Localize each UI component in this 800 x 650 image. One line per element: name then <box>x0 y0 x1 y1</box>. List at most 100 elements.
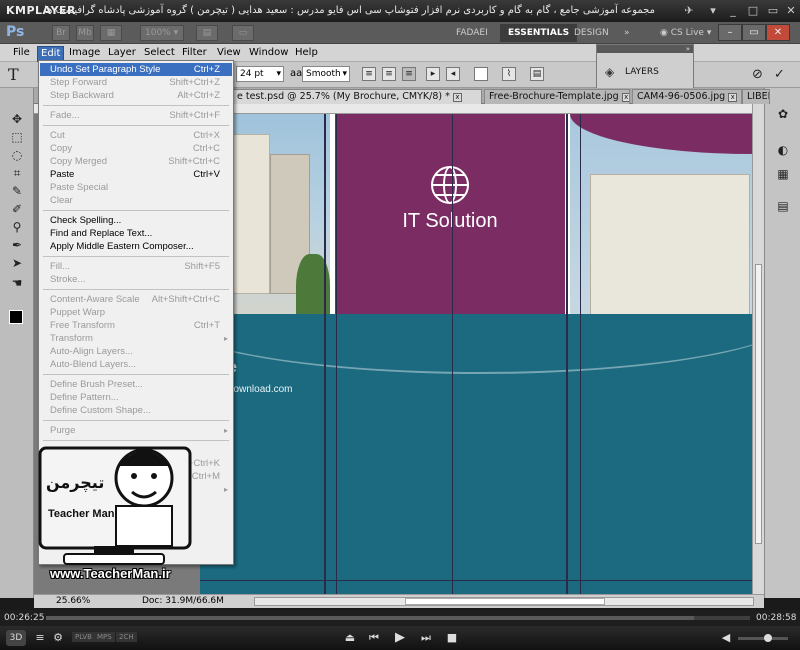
menu-view[interactable]: View <box>214 46 244 60</box>
menu-layer[interactable]: Layer <box>105 46 139 60</box>
mini-bridge-icon[interactable]: Mb <box>76 25 94 41</box>
edit-menu-item[interactable]: Step Forward Shift+Ctrl+Z <box>40 76 232 89</box>
commit-edit-icon[interactable]: ✓ <box>774 67 785 82</box>
brush-tool-icon[interactable]: ✐ <box>7 200 27 218</box>
close-icon[interactable]: x <box>728 93 738 102</box>
screen-mode-icon[interactable]: ▭ <box>232 25 254 41</box>
menu-file[interactable]: File <box>10 46 33 60</box>
zoom-level-combo[interactable]: 100% ▾ <box>140 25 184 41</box>
menu-select[interactable]: Select <box>141 46 178 60</box>
ps-restore-button[interactable]: ▭ <box>742 24 766 41</box>
align-center-icon[interactable]: ≡ <box>382 67 396 81</box>
tab-brochure-psd[interactable]: e test.psd @ 25.7% (My Brochure, CMYK/8)… <box>232 89 482 104</box>
tab-libei[interactable]: LIBEI <box>742 89 770 104</box>
edit-menu-item[interactable]: Paste Ctrl+V <box>40 168 232 181</box>
edit-menu-item[interactable]: Stroke... <box>40 273 232 286</box>
previous-icon[interactable]: ⏮ <box>366 630 382 646</box>
edit-menu-item[interactable]: Auto-Blend Layers... <box>40 358 232 371</box>
3d-mode-button[interactable]: 3D <box>6 630 26 646</box>
player-settings-icon[interactable]: ▾ <box>706 4 720 18</box>
tab-cam4[interactable]: CAM4-96-0506.jpg x <box>632 89 742 104</box>
brochure-document[interactable]: IT Solution e download.com <box>200 114 752 594</box>
hand-tool-icon[interactable]: ☚ <box>7 274 27 292</box>
rtl-text-icon[interactable]: ◂ <box>446 67 460 81</box>
ltr-text-icon[interactable]: ▸ <box>426 67 440 81</box>
edit-menu-item[interactable]: Puppet Warp <box>40 306 232 319</box>
eject-icon[interactable]: ⏏ <box>342 630 358 646</box>
vertical-scrollbar[interactable] <box>752 104 764 594</box>
foreground-color-swatch[interactable] <box>9 310 23 324</box>
volume-icon[interactable]: ◀ <box>718 630 734 646</box>
player-restore-icon[interactable]: ▭ <box>766 4 780 18</box>
align-right-icon[interactable]: ≡ <box>402 67 416 81</box>
edit-menu-item[interactable]: Copy Ctrl+C <box>40 142 232 155</box>
play-icon[interactable]: ▶ <box>392 630 408 646</box>
crop-tool-icon[interactable]: ⌗ <box>7 164 27 182</box>
edit-menu-item[interactable]: Apply Middle Eastern Composer... <box>40 240 232 253</box>
volume-knob[interactable] <box>764 634 772 642</box>
horizontal-scrollbar[interactable] <box>254 597 754 606</box>
arrange-documents-icon[interactable]: ▤ <box>196 25 218 41</box>
player-maximize-icon[interactable]: □ <box>746 4 760 18</box>
layers-panel-button[interactable]: LAYERS <box>625 67 659 77</box>
edit-menu-item[interactable]: Free Transform Ctrl+T <box>40 319 232 332</box>
ps-minimize-button[interactable]: – <box>718 24 742 41</box>
styles-panel-icon[interactable]: ▤ <box>772 196 794 216</box>
clone-stamp-tool-icon[interactable]: ⚲ <box>7 218 27 236</box>
player-close-icon[interactable]: ✕ <box>784 4 798 18</box>
edit-menu-item[interactable]: Define Brush Preset... <box>40 378 232 391</box>
workspace-design[interactable]: DESIGN <box>566 24 617 42</box>
edit-menu-item[interactable]: Fade... Shift+Ctrl+F <box>40 109 232 122</box>
path-selection-tool-icon[interactable]: ➤ <box>7 254 27 272</box>
edit-menu-item[interactable]: Content-Aware Scale Alt+Shift+Ctrl+C <box>40 293 232 306</box>
edit-menu-item[interactable]: Auto-Align Layers... <box>40 345 232 358</box>
edit-menu-item[interactable]: Fill... Shift+F5 <box>40 260 232 273</box>
workspace-fadaei[interactable]: FADAEI <box>448 24 496 42</box>
edit-menu-item[interactable]: Transform ▸ <box>40 332 232 345</box>
stop-icon[interactable]: ■ <box>444 630 460 646</box>
edit-menu-item[interactable]: Find and Replace Text... <box>40 227 232 240</box>
character-panel-icon[interactable]: ▤ <box>530 67 544 81</box>
adjustments-panel-icon[interactable]: ◐ <box>772 140 794 160</box>
edit-menu-item[interactable]: Undo Set Paragraph Style Ctrl+Z <box>40 63 232 76</box>
anti-alias-select[interactable]: Smooth ▾ <box>302 66 350 82</box>
edit-menu-item[interactable]: Clear <box>40 194 232 207</box>
marquee-tool-icon[interactable]: ⬚ <box>7 128 27 146</box>
align-left-icon[interactable]: ≡ <box>362 67 376 81</box>
player-minimize-icon[interactable]: _ <box>726 4 740 18</box>
type-tool-icon[interactable]: T <box>8 65 19 84</box>
font-size-field[interactable]: 24 pt ▾ <box>236 66 284 82</box>
edit-menu-item[interactable]: Paste Special <box>40 181 232 194</box>
text-color-swatch[interactable] <box>474 67 488 81</box>
volume-slider[interactable] <box>738 634 788 642</box>
playlist-icon[interactable]: ≡ <box>32 630 48 646</box>
edit-menu-item[interactable]: Cut Ctrl+X <box>40 129 232 142</box>
lasso-tool-icon[interactable]: ◌ <box>7 146 27 164</box>
edit-menu-item[interactable]: Copy Merged Shift+Ctrl+C <box>40 155 232 168</box>
cs-live-button[interactable]: ◉ CS Live ▾ <box>652 24 719 42</box>
edit-menu-item[interactable]: Check Spelling... <box>40 214 232 227</box>
zoom-readout[interactable]: 25.66% <box>56 596 90 606</box>
menu-help[interactable]: Help <box>292 46 321 60</box>
warp-text-icon[interactable]: ⌇ <box>502 67 516 81</box>
close-icon[interactable]: x <box>621 93 629 102</box>
pen-tool-icon[interactable]: ✒ <box>7 236 27 254</box>
menu-image[interactable]: Image <box>66 46 103 60</box>
edit-menu-item[interactable]: Define Custom Shape... <box>40 404 232 417</box>
menu-filter[interactable]: Filter <box>179 46 210 60</box>
settings-gear-icon[interactable]: ⚙ <box>50 630 66 646</box>
extras-icon[interactable]: ▦ <box>100 25 122 41</box>
eyedropper-tool-icon[interactable]: ✎ <box>7 182 27 200</box>
menu-window[interactable]: Window <box>246 46 291 60</box>
edit-menu-item[interactable]: Step Backward Alt+Ctrl+Z <box>40 89 232 102</box>
ps-close-button[interactable]: ✕ <box>766 24 790 41</box>
move-tool-icon[interactable]: ✥ <box>7 110 27 128</box>
scrollbar-thumb[interactable] <box>755 264 762 544</box>
more-workspaces-button[interactable]: » <box>616 24 638 42</box>
panel-collapse-icon[interactable]: » <box>597 45 693 53</box>
close-icon[interactable]: x <box>452 93 462 102</box>
scrollbar-thumb[interactable] <box>405 598 605 605</box>
launch-bridge-icon[interactable]: Br <box>52 25 70 41</box>
seek-bar[interactable] <box>46 616 750 620</box>
edit-menu-item[interactable]: Define Pattern... <box>40 391 232 404</box>
